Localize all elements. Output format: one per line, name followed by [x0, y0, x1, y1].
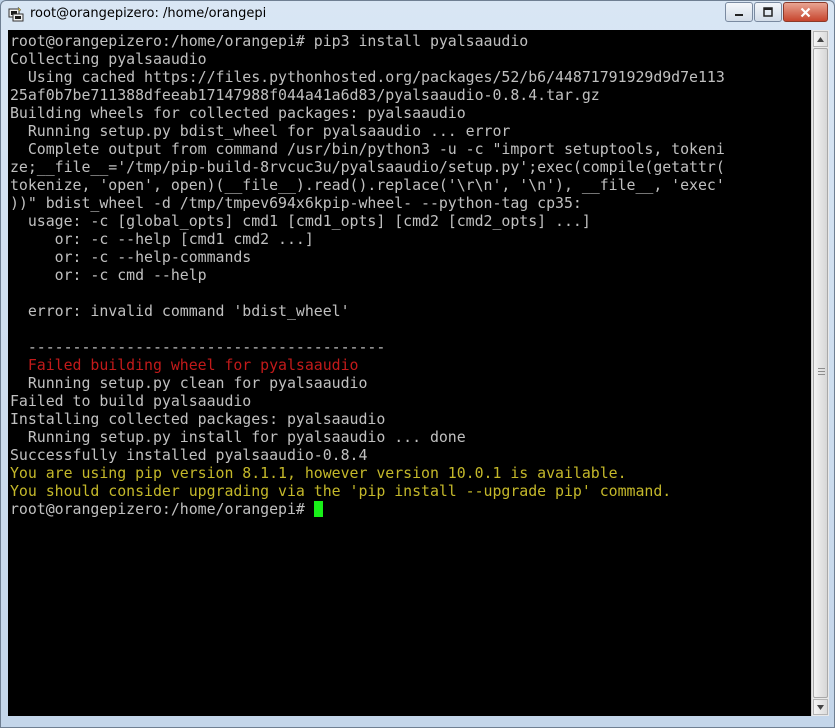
terminal-line-text: Successfully installed pyalsaaudio-0.8.4 — [10, 446, 368, 464]
terminal-line-text: ))" bdist_wheel -d /tmp/tmpev694x6kpip-w… — [10, 194, 582, 212]
terminal-lines: root@orangepizero:/home/orangepi# pip3 i… — [10, 32, 725, 518]
terminal-line: Building wheels for collected packages: … — [10, 104, 725, 122]
terminal-line: Failed to build pyalsaaudio — [10, 392, 725, 410]
arrow-up-icon — [817, 36, 824, 42]
title-bar[interactable]: root@orangepizero: /home/orangepi — [1, 1, 834, 28]
terminal-line: or: -c --help [cmd1 cmd2 ...] — [10, 230, 725, 248]
terminal-line-text: root@orangepizero:/home/orangepi# — [10, 500, 314, 518]
scrollbar-thumb[interactable] — [813, 48, 828, 698]
window-controls — [725, 2, 828, 22]
terminal-line: Successfully installed pyalsaaudio-0.8.4 — [10, 446, 725, 464]
terminal-line-text: You should consider upgrading via the 'p… — [10, 482, 672, 500]
terminal-line: Installing collected packages: pyalsaaud… — [10, 410, 725, 428]
terminal-line: Complete output from command /usr/bin/py… — [10, 140, 725, 158]
window-title: root@orangepizero: /home/orangepi — [30, 6, 267, 21]
terminal-line: ))" bdist_wheel -d /tmp/tmpev694x6kpip-w… — [10, 194, 725, 212]
terminal-line: or: -c cmd --help — [10, 266, 725, 284]
terminal-line: Running setup.py install for pyalsaaudio… — [10, 428, 725, 446]
terminal-line: root@orangepizero:/home/orangepi# — [10, 500, 725, 518]
terminal-line: usage: -c [global_opts] cmd1 [cmd1_opts]… — [10, 212, 725, 230]
terminal-line-text: Failed to build pyalsaaudio — [10, 392, 252, 410]
terminal-line: Using cached https://files.pythonhosted.… — [10, 68, 725, 86]
terminal-line: You should consider upgrading via the 'p… — [10, 482, 725, 500]
putty-terminal-icon[interactable] — [8, 6, 24, 22]
terminal-line: Failed building wheel for pyalsaaudio — [10, 356, 725, 374]
scroll-down-button[interactable] — [813, 699, 828, 715]
terminal-line: error: invalid command 'bdist_wheel' — [10, 302, 725, 320]
terminal-window: root@orangepizero: /home/orangepi root@o… — [0, 0, 835, 728]
terminal-line-text: Using cached https://files.pythonhosted.… — [10, 68, 725, 86]
vertical-scrollbar[interactable] — [811, 30, 829, 716]
terminal-line-text: root@orangepizero:/home/orangepi# pip3 i… — [10, 32, 529, 50]
terminal-line-text: ze;__file__='/tmp/pip-build-8rvcuc3u/pya… — [10, 158, 725, 176]
terminal-line: ---------------------------------------- — [10, 338, 725, 356]
terminal-line-text: Running setup.py clean for pyalsaaudio — [10, 374, 368, 392]
terminal-line-text: or: -c --help-commands — [10, 248, 252, 266]
close-icon — [800, 7, 811, 17]
terminal-line: root@orangepizero:/home/orangepi# pip3 i… — [10, 32, 725, 50]
arrow-down-icon — [817, 704, 824, 710]
terminal-line: ze;__file__='/tmp/pip-build-8rvcuc3u/pya… — [10, 158, 725, 176]
terminal-line-text: Failed building wheel for pyalsaaudio — [10, 356, 359, 374]
minimize-icon — [735, 14, 743, 16]
terminal-line: Running setup.py bdist_wheel for pyalsaa… — [10, 122, 725, 140]
terminal-line-text: usage: -c [global_opts] cmd1 [cmd1_opts]… — [10, 212, 591, 230]
terminal-line-text: Complete output from command /usr/bin/py… — [10, 140, 725, 158]
terminal-line-text: Installing collected packages: pyalsaaud… — [10, 410, 386, 428]
maximize-button[interactable] — [754, 2, 782, 22]
terminal-line: Collecting pyalsaaudio — [10, 50, 725, 68]
scroll-up-button[interactable] — [813, 31, 828, 47]
terminal-line-text: 25af0b7be711388dfeeab17147988f044a41a6d8… — [10, 86, 600, 104]
terminal-line-text: tokenize, 'open', open)(__file__).read()… — [10, 176, 725, 194]
terminal-cursor — [313, 501, 323, 517]
terminal-line-text: ---------------------------------------- — [10, 338, 386, 356]
terminal-line-text: or: -c --help [cmd1 cmd2 ...] — [10, 230, 314, 248]
terminal-line-text: or: -c cmd --help — [10, 266, 207, 284]
terminal-output[interactable]: root@orangepizero:/home/orangepi# pip3 i… — [8, 30, 811, 716]
terminal-line-text: Building wheels for collected packages: … — [10, 104, 466, 122]
terminal-line: tokenize, 'open', open)(__file__).read()… — [10, 176, 725, 194]
minimize-button[interactable] — [725, 2, 753, 22]
close-button[interactable] — [783, 2, 828, 22]
terminal-line: 25af0b7be711388dfeeab17147988f044a41a6d8… — [10, 86, 725, 104]
terminal-line-text: Running setup.py bdist_wheel for pyalsaa… — [10, 122, 511, 140]
terminal-line-text: Collecting pyalsaaudio — [10, 50, 207, 68]
terminal-line-text: Running setup.py install for pyalsaaudio… — [10, 428, 466, 446]
terminal-line-text: error: invalid command 'bdist_wheel' — [10, 302, 350, 320]
terminal-line-text: You are using pip version 8.1.1, however… — [10, 464, 627, 482]
maximize-icon — [763, 7, 773, 17]
terminal-line: Running setup.py clean for pyalsaaudio — [10, 374, 725, 392]
terminal-line: or: -c --help-commands — [10, 248, 725, 266]
terminal-line: You are using pip version 8.1.1, however… — [10, 464, 725, 482]
